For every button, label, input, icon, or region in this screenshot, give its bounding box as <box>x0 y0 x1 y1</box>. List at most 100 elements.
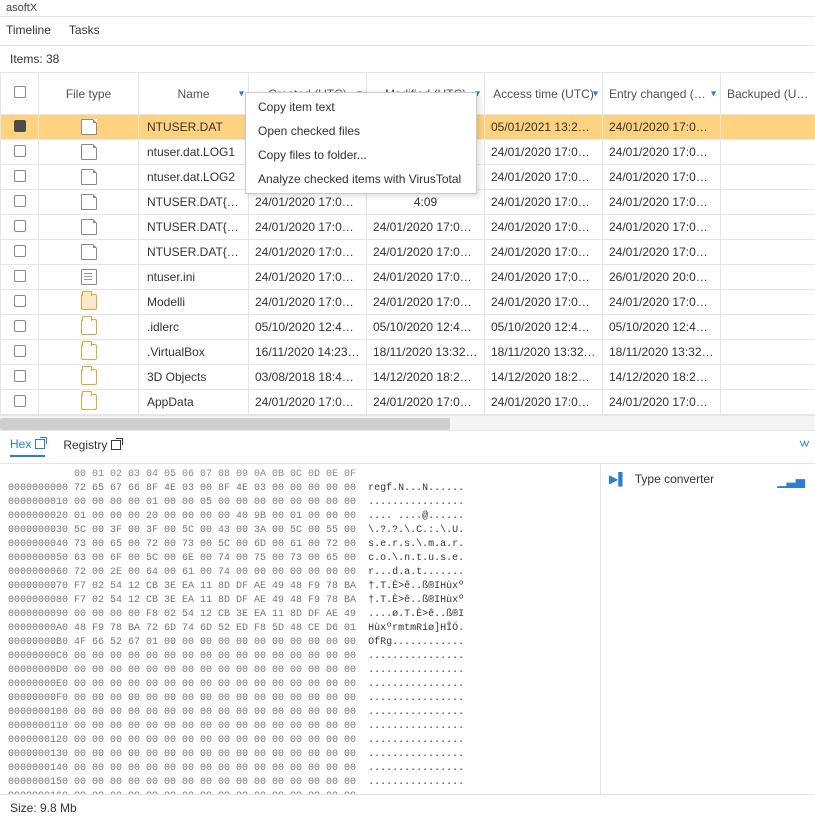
row-checkbox[interactable] <box>1 290 39 315</box>
folder-icon <box>81 394 97 410</box>
status-size: Size: 9.8 Mb <box>10 801 77 815</box>
chart-bars-icon[interactable]: ▁▃▅ <box>777 474 805 488</box>
row-checkbox[interactable] <box>1 190 39 215</box>
row-name: ntuser.ini <box>139 265 249 290</box>
filter-icon[interactable]: ▾ <box>593 88 598 99</box>
row-entrychanged: 24/01/2020 17:04:09 <box>603 290 721 315</box>
row-access: 18/11/2020 13:32:37 <box>485 340 603 365</box>
row-backuped <box>721 265 815 290</box>
statusbar: Size: 9.8 Mb <box>0 794 815 821</box>
type-converter-label: Type converter <box>635 472 714 486</box>
table-row[interactable]: .idlerc05/10/2020 12:40:2405/10/2020 12:… <box>1 315 815 340</box>
row-modified: 24/01/2020 17:09:43 <box>367 265 485 290</box>
row-access: 24/01/2020 17:04:09 <box>485 165 603 190</box>
row-filetype-icon <box>39 365 139 390</box>
hex-view[interactable]: 00 01 02 03 04 05 06 07 08 09 0A 0B 0C 0… <box>0 464 600 794</box>
col-access[interactable]: Access time (UTC)▾ <box>485 73 603 115</box>
col-checkbox[interactable] <box>1 73 39 115</box>
file-icon <box>81 169 97 185</box>
row-filetype-icon <box>39 390 139 415</box>
row-entrychanged: 24/01/2020 17:04:09 <box>603 215 721 240</box>
filter-icon[interactable]: ▾ <box>239 88 244 99</box>
row-created: 16/11/2020 14:23:06 <box>249 340 367 365</box>
row-entrychanged: 14/12/2020 18:29:09 <box>603 365 721 390</box>
file-icon <box>81 244 97 260</box>
row-created: 24/01/2020 17:04:09 <box>249 215 367 240</box>
row-checkbox[interactable] <box>1 390 39 415</box>
col-name[interactable]: Name▾ <box>139 73 249 115</box>
row-entrychanged: 24/01/2020 17:04:23 <box>603 390 721 415</box>
row-name: NTUSER.DAT{125402f… <box>139 215 249 240</box>
filter-icon[interactable]: ▾ <box>711 88 716 99</box>
row-checkbox[interactable] <box>1 115 39 140</box>
row-backuped <box>721 115 815 140</box>
row-filetype-icon <box>39 315 139 340</box>
row-checkbox[interactable] <box>1 165 39 190</box>
row-filetype-icon <box>39 265 139 290</box>
row-filetype-icon <box>39 215 139 240</box>
row-entrychanged: 24/01/2020 17:04:09 <box>603 140 721 165</box>
row-access: 24/01/2020 17:04:09 <box>485 215 603 240</box>
row-name: NTUSER.DAT{125402f… <box>139 240 249 265</box>
external-link-icon <box>35 439 45 449</box>
row-access: 14/12/2020 18:29:09 <box>485 365 603 390</box>
row-access: 24/01/2020 17:09:43 <box>485 265 603 290</box>
row-filetype-icon <box>39 340 139 365</box>
ctx-analyze-virustotal[interactable]: Analyze checked items with VirusTotal <box>246 167 476 191</box>
table-row[interactable]: Modelli24/01/2020 17:04:0924/01/2020 17:… <box>1 290 815 315</box>
ctx-copy-item-text[interactable]: Copy item text <box>246 95 476 119</box>
row-modified: 24/01/2020 17:04:09 <box>367 290 485 315</box>
row-checkbox[interactable] <box>1 240 39 265</box>
table-row[interactable]: NTUSER.DAT{125402f…24/01/2020 17:04:0924… <box>1 240 815 265</box>
row-backuped <box>721 140 815 165</box>
file-icon <box>81 219 97 235</box>
folder-icon <box>81 369 97 385</box>
row-access: 24/01/2020 17:04:09 <box>485 240 603 265</box>
row-filetype-icon <box>39 115 139 140</box>
table-row[interactable]: AppData24/01/2020 17:04:0924/01/2020 17:… <box>1 390 815 415</box>
row-access: 24/01/2020 17:04:09 <box>485 290 603 315</box>
horizontal-scrollbar[interactable] <box>0 415 815 431</box>
folder-icon <box>81 294 97 310</box>
menu-tasks[interactable]: Tasks <box>69 23 100 37</box>
row-checkbox[interactable] <box>1 340 39 365</box>
chevron-down-double-icon[interactable]: ˅˅ <box>799 437 807 451</box>
tab-registry[interactable]: Registry <box>63 438 121 456</box>
row-entrychanged: 26/01/2020 20:07:53 <box>603 265 721 290</box>
context-menu: Copy item text Open checked files Copy f… <box>245 92 477 194</box>
row-name: NTUSER.DAT <box>139 115 249 140</box>
row-entrychanged: 24/01/2020 17:04:09 <box>603 165 721 190</box>
col-filetype[interactable]: File type <box>39 73 139 115</box>
folder-icon <box>81 319 97 335</box>
col-entrychanged[interactable]: Entry changed (UTC)▾ <box>603 73 721 115</box>
row-access: 24/01/2020 17:04:09 <box>485 140 603 165</box>
row-checkbox[interactable] <box>1 265 39 290</box>
row-modified: 24/01/2020 17:04:09 <box>367 240 485 265</box>
hex-panel: 00 01 02 03 04 05 06 07 08 09 0A 0B 0C 0… <box>0 464 815 794</box>
table-row[interactable]: ntuser.ini 24/01/2020 17:09:4324/01/2020 … <box>1 265 815 290</box>
menu-timeline[interactable]: Timeline <box>6 23 51 37</box>
row-created: 05/10/2020 12:40:24 <box>249 315 367 340</box>
row-created: 03/08/2018 18:40:15 <box>249 365 367 390</box>
table-row[interactable]: NTUSER.DAT{125402f…24/01/2020 17:04:0924… <box>1 215 815 240</box>
file-icon <box>81 144 97 160</box>
row-checkbox[interactable] <box>1 365 39 390</box>
file-icon <box>81 194 97 210</box>
row-checkbox[interactable] <box>1 215 39 240</box>
col-backuped[interactable]: Backuped (UTC <box>721 73 815 115</box>
row-backuped <box>721 365 815 390</box>
folder-icon <box>81 344 97 360</box>
table-row[interactable]: .VirtualBox16/11/2020 14:23:0618/11/2020… <box>1 340 815 365</box>
row-checkbox[interactable] <box>1 315 39 340</box>
row-checkbox[interactable] <box>1 140 39 165</box>
tab-hex[interactable]: Hex <box>10 437 45 457</box>
row-access: 05/10/2020 12:40:24 <box>485 315 603 340</box>
table-row[interactable]: 3D Objects03/08/2018 18:40:1514/12/2020 … <box>1 365 815 390</box>
ctx-copy-files-to-folder[interactable]: Copy files to folder... <box>246 143 476 167</box>
row-filetype-icon <box>39 165 139 190</box>
ctx-open-checked-files[interactable]: Open checked files <box>246 119 476 143</box>
row-entrychanged: 24/01/2020 17:04:09 <box>603 240 721 265</box>
row-entrychanged: 24/01/2020 17:04:09 <box>603 190 721 215</box>
row-filetype-icon <box>39 240 139 265</box>
row-backuped <box>721 340 815 365</box>
